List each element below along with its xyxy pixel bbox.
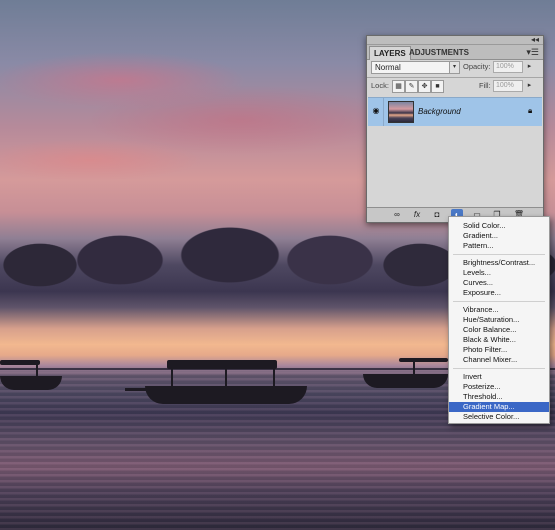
menu-separator	[453, 254, 545, 255]
blend-opacity-row: Normal ▾ Opacity: 100% ▸	[367, 61, 543, 74]
divider	[383, 98, 384, 126]
blend-mode-select[interactable]: Normal ▾	[371, 61, 460, 74]
menu-item-pattern[interactable]: Pattern...	[449, 241, 549, 251]
layer-thumbnail	[388, 101, 414, 123]
menu-item-exposure[interactable]: Exposure...	[449, 288, 549, 298]
lock-fill-row: Lock: ▦ ✎ ✥ ■ Fill: 100% ▸	[367, 80, 543, 93]
fill-arrow-icon[interactable]: ▸	[524, 80, 535, 91]
menu-item-vibrance[interactable]: Vibrance...	[449, 305, 549, 315]
lock-label: Lock:	[371, 81, 389, 90]
menu-item-brightness-contrast[interactable]: Brightness/Contrast...	[449, 258, 549, 268]
panel-titlebar[interactable]: ◂◂	[367, 35, 543, 45]
boat-center	[125, 358, 310, 408]
link-icon[interactable]: ∞	[391, 209, 403, 220]
layers-list-empty-area[interactable]	[368, 126, 542, 205]
eye-icon[interactable]: ◉	[371, 106, 381, 116]
tab-adjustments[interactable]: ADJUSTMENTS	[405, 46, 473, 59]
menu-item-threshold[interactable]: Threshold...	[449, 392, 549, 402]
fx-icon[interactable]: fx	[411, 209, 423, 220]
menu-item-levels[interactable]: Levels...	[449, 268, 549, 278]
layers-panel: ◂◂ LAYERS ADJUSTMENTS ▾☰ Normal ▾ Opacit…	[366, 35, 544, 223]
fill-field[interactable]: 100%	[493, 80, 523, 92]
lock-position-icon[interactable]: ✥	[418, 80, 431, 93]
panel-menu-icon[interactable]: ▾☰	[526, 47, 539, 57]
menu-separator	[453, 301, 545, 302]
lock-icon: 🔒︎	[528, 106, 533, 115]
menu-item-hue-saturation[interactable]: Hue/Saturation...	[449, 315, 549, 325]
opacity-label: Opacity:	[463, 62, 491, 71]
menu-item-selective-color[interactable]: Selective Color...	[449, 412, 549, 422]
lock-transparent-pixels-icon[interactable]: ▦	[392, 80, 405, 93]
menu-separator	[453, 368, 545, 369]
opacity-field[interactable]: 100%	[493, 61, 523, 73]
boat-right	[353, 356, 448, 392]
layer-row-background[interactable]: ◉ Background 🔒︎	[368, 97, 542, 127]
menu-item-invert[interactable]: Invert	[449, 372, 549, 382]
divider	[367, 77, 543, 78]
adjustment-layer-menu: Solid Color... Gradient... Pattern... Br…	[448, 216, 550, 424]
blend-mode-value: Normal	[375, 63, 401, 72]
chevron-down-icon: ▾	[449, 62, 459, 73]
menu-item-channel-mixer[interactable]: Channel Mixer...	[449, 355, 549, 365]
menu-item-color-balance[interactable]: Color Balance...	[449, 325, 549, 335]
lock-image-pixels-icon[interactable]: ✎	[405, 80, 418, 93]
mask-icon[interactable]: ◘	[431, 209, 443, 220]
panel-tabs: LAYERS ADJUSTMENTS ▾☰	[367, 45, 543, 60]
opacity-arrow-icon[interactable]: ▸	[524, 61, 535, 72]
layer-name[interactable]: Background	[418, 106, 461, 117]
collapse-icon[interactable]: ◂◂	[531, 35, 539, 44]
menu-item-gradient[interactable]: Gradient...	[449, 231, 549, 241]
menu-item-posterize[interactable]: Posterize...	[449, 382, 549, 392]
boat-left	[0, 358, 62, 392]
menu-item-solid-color[interactable]: Solid Color...	[449, 221, 549, 231]
menu-item-curves[interactable]: Curves...	[449, 278, 549, 288]
menu-item-photo-filter[interactable]: Photo Filter...	[449, 345, 549, 355]
fill-label: Fill:	[479, 81, 491, 90]
lock-all-icon[interactable]: ■	[431, 80, 444, 93]
menu-item-gradient-map[interactable]: Gradient Map...	[449, 402, 549, 412]
menu-item-black-white[interactable]: Black & White...	[449, 335, 549, 345]
